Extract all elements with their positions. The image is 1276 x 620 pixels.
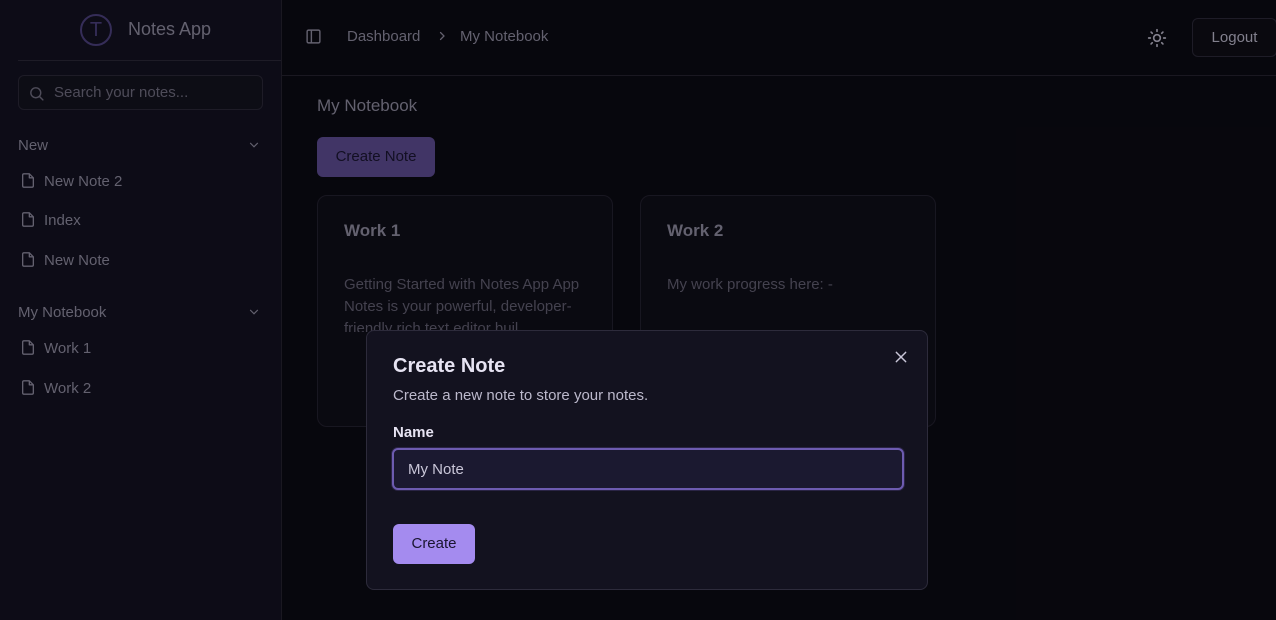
name-input[interactable] (392, 448, 904, 490)
dialog-description: Create a new note to store your notes. (393, 387, 649, 404)
name-field-label: Name (393, 424, 434, 441)
dialog-title: Create Note (393, 355, 506, 377)
app-root: T Notes App New New Note 2 Index New Not… (0, 0, 1276, 620)
close-icon[interactable] (893, 349, 909, 365)
create-button[interactable]: Create (393, 524, 475, 564)
create-note-dialog: Create Note Create a new note to store y… (366, 330, 928, 590)
